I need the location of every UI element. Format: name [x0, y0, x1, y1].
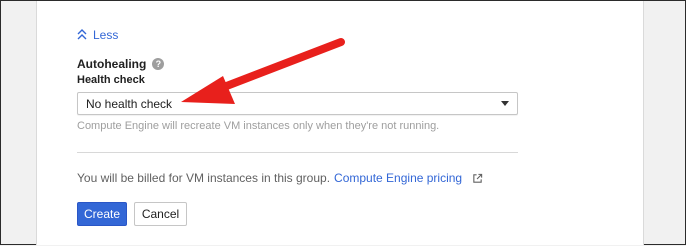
health-check-label: Health check — [77, 74, 145, 86]
health-check-select[interactable]: No health check — [77, 92, 518, 115]
double-chevron-up-icon — [77, 29, 87, 40]
cancel-button[interactable]: Cancel — [134, 202, 187, 226]
divider — [77, 152, 518, 153]
screenshot-frame: Less Autohealing ? Health check No healt… — [0, 0, 686, 245]
dropdown-caret-icon — [501, 101, 509, 106]
less-link-label: Less — [93, 28, 119, 42]
less-link[interactable]: Less — [77, 28, 118, 42]
create-button[interactable]: Create — [77, 202, 127, 226]
health-check-value: No health check — [86, 96, 173, 111]
help-icon[interactable]: ? — [152, 58, 165, 70]
autohealing-title: Autohealing — [77, 57, 147, 71]
pricing-link[interactable]: Compute Engine pricing — [334, 171, 462, 185]
form-panel: Less Autohealing ? Health check No healt… — [36, 1, 644, 245]
health-check-hint: Compute Engine will recreate VM instance… — [77, 120, 440, 132]
autohealing-heading: Autohealing ? — [77, 57, 165, 71]
billing-text: You will be billed for VM instances in t… — [77, 171, 331, 185]
external-link-icon[interactable] — [472, 173, 483, 184]
billing-notice: You will be billed for VM instances in t… — [77, 171, 483, 185]
